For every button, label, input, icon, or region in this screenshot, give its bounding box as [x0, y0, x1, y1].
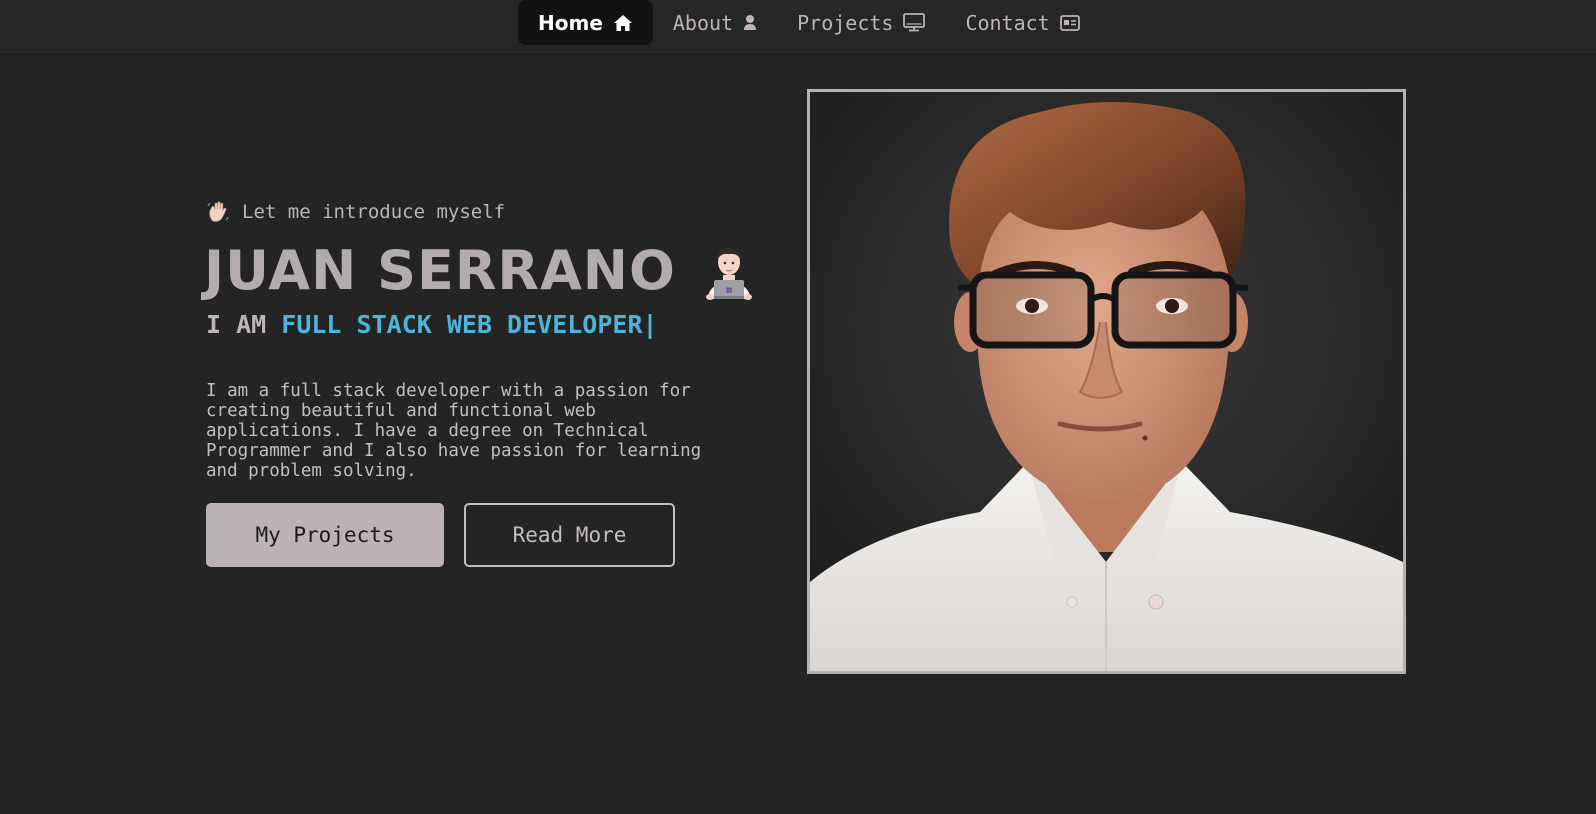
role-prefix: I AM: [206, 310, 267, 339]
read-more-button[interactable]: Read More: [464, 503, 675, 567]
home-icon: [613, 14, 633, 32]
id-card-icon: [1059, 14, 1080, 31]
nav-item-label: About: [672, 10, 734, 35]
nav-item-projects[interactable]: Projects: [777, 0, 945, 45]
name-heading: JUAN SERRANO: [204, 240, 758, 302]
monitor-icon: [903, 13, 926, 32]
nav-item-about[interactable]: About: [653, 0, 777, 45]
intro-text: Let me introduce myself: [242, 201, 506, 223]
role-heading: I AM FULL STACK WEB DEVELOPER|: [206, 310, 658, 339]
nav-item-home[interactable]: Home: [518, 0, 653, 45]
bio-paragraph: I am a full stack developer with a passi…: [206, 380, 702, 481]
nav-item-contact[interactable]: Contact: [945, 0, 1099, 45]
role-typed-text: FULL STACK WEB DEVELOPER|: [281, 310, 658, 339]
profile-photo: [807, 89, 1406, 674]
nav-item-label: Home: [538, 10, 603, 35]
waving-hand-icon: [206, 200, 230, 224]
nav-item-label: Projects: [797, 10, 894, 35]
developer-name: JUAN SERRANO: [204, 239, 676, 302]
technologist-icon: [700, 242, 758, 300]
nav-list: Home About Projects Contact: [518, 0, 1100, 45]
nav-item-label: Contact: [965, 10, 1050, 35]
top-navbar: Home About Projects Contact: [0, 0, 1596, 53]
user-icon: [743, 14, 757, 31]
my-projects-button[interactable]: My Projects: [206, 503, 444, 567]
intro-line: Let me introduce myself: [206, 200, 505, 224]
